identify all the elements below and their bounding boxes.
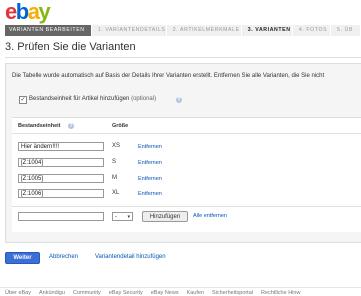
header-size: Größe (112, 123, 129, 129)
optional-text: (optional) (131, 96, 157, 102)
size-value: M (112, 175, 117, 181)
footer-link[interactable]: eBay News (151, 290, 179, 296)
footer-link[interactable]: Sicherheitsportal (212, 290, 253, 296)
cancel-link[interactable]: Abbrechen (49, 254, 78, 260)
remove-link[interactable]: Entfernen (138, 176, 162, 182)
sku-help-icon[interactable]: ? (68, 123, 74, 129)
size-value: S (112, 159, 117, 165)
remove-link[interactable]: Entfernen (138, 144, 162, 150)
footer-link[interactable]: Rechtliche Hinw (261, 290, 300, 296)
sku-input[interactable]: [Z:1004] (18, 158, 104, 167)
new-sku-input[interactable] (18, 212, 104, 221)
logo-letter-a: a (27, 0, 40, 24)
help-icon[interactable]: ? (176, 97, 182, 103)
step-edit-variants[interactable]: Varianten bearbeiten (5, 25, 92, 36)
continue-button[interactable]: Weiter (5, 252, 40, 264)
ebay-logo[interactable]: ebay (5, 0, 51, 24)
rows-divider (12, 206, 361, 207)
intro-text: Die Tabelle wurde automatisch auf Basis … (12, 73, 325, 79)
step-variants: 3. Varianten (241, 25, 293, 36)
sku-input[interactable]: [Z:1006] (18, 189, 104, 198)
footer-links: Über eBay Ankündigu Community eBay Security… (5, 290, 308, 296)
footer-link[interactable]: Kaufen (187, 290, 204, 296)
step-variant-details[interactable]: 1. Variantendetails (91, 25, 167, 36)
remove-link[interactable]: Entfernen (138, 191, 162, 197)
footer-link[interactable]: eBay Security (109, 290, 143, 296)
sku-checkbox[interactable]: ✓ (19, 96, 27, 104)
size-select[interactable]: - ▾ (112, 212, 133, 221)
size-select-value: - (115, 214, 117, 220)
size-value: XS (112, 143, 121, 149)
footer-link[interactable]: Ankündigu (39, 290, 65, 296)
footer-link[interactable]: Community (73, 290, 101, 296)
remove-all-link[interactable]: Alle entfernen (193, 213, 227, 219)
logo-letter-b: b (15, 0, 29, 24)
title-divider (5, 57, 361, 58)
logo-letter-y: y (38, 0, 50, 24)
progress-steps: Varianten bearbeiten 1. Variantendetails… (5, 25, 361, 36)
header-divider (12, 133, 361, 134)
add-button[interactable]: Hinzufügen (142, 211, 188, 222)
logo-letter-e: e (5, 0, 17, 24)
step-review[interactable]: 5. Üb (331, 25, 361, 36)
step-photos[interactable]: 4. Fotos (292, 25, 332, 36)
footer-divider (0, 287, 361, 288)
sku-input[interactable]: Hier ändern!!!! (18, 142, 104, 151)
footer-link[interactable]: Über eBay (5, 290, 31, 296)
size-value: XL (112, 190, 120, 196)
page-title: 3. Prüfen Sie die Varianten (5, 41, 136, 53)
add-variant-detail-link[interactable]: Variantendetail hinzufügen (95, 254, 166, 260)
remove-link[interactable]: Entfernen (138, 160, 162, 166)
header-sku: Bestandseinheit (18, 123, 61, 129)
step-item-specifics[interactable]: 2. Artikelmerkmale (166, 25, 242, 36)
chevron-down-icon: ▾ (127, 214, 130, 220)
sku-input[interactable]: [Z:1005] (18, 174, 104, 183)
sku-checkbox-text: Bestandseinheit für Artikel hinzufügen (29, 96, 130, 102)
sku-checkbox-label[interactable]: Bestandseinheit für Artikel hinzufügen (… (29, 96, 156, 102)
